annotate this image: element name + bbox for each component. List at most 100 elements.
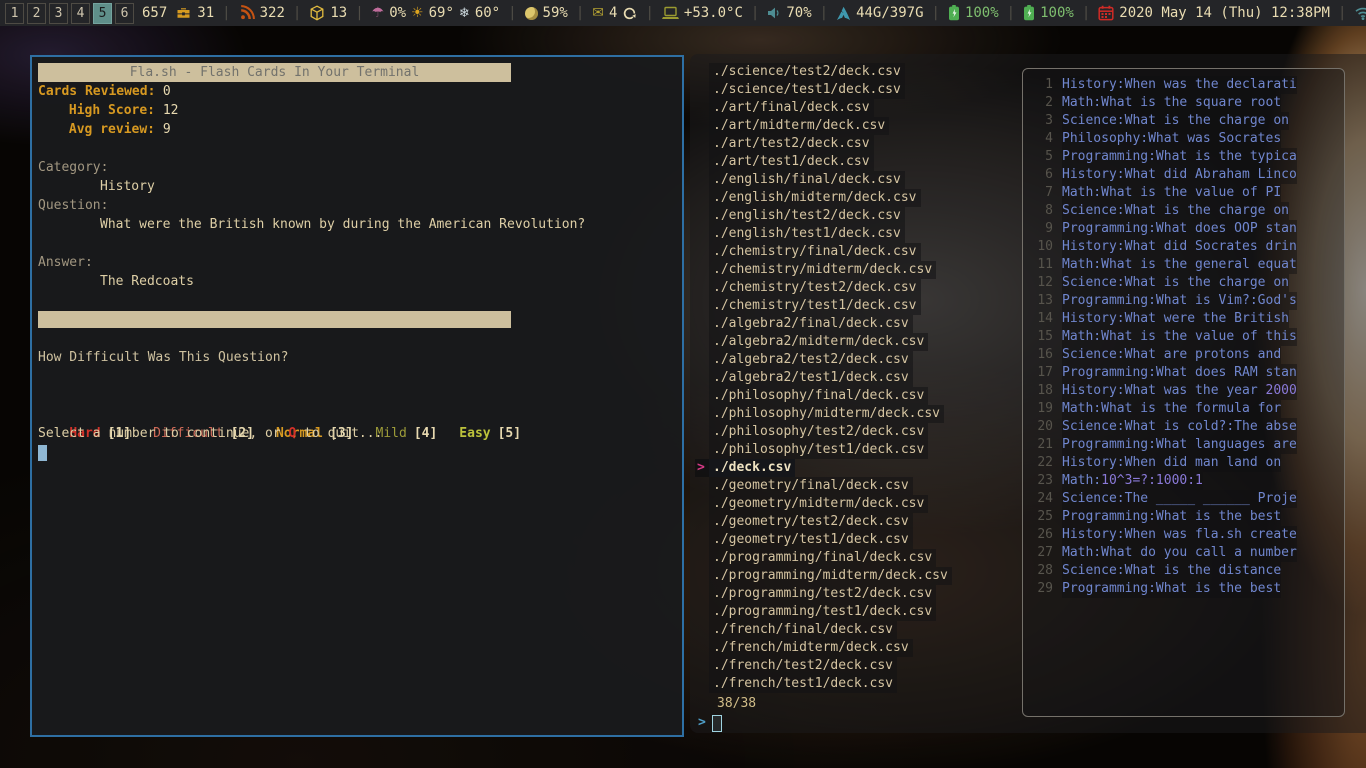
cpu-temp-segment: +53.0°C xyxy=(662,5,743,21)
file-list-item[interactable]: >./deck.csv xyxy=(695,459,952,477)
file-path: ./science/test2/deck.csv xyxy=(709,63,905,81)
file-list-item[interactable]: ./science/test1/deck.csv xyxy=(695,81,952,99)
file-list-item[interactable]: ./algebra2/midterm/deck.csv xyxy=(695,333,952,351)
flashcard-terminal-window[interactable]: Fla.sh - Flash Cards In Your Terminal Ca… xyxy=(30,55,684,737)
file-list-item[interactable]: ./programming/test2/deck.csv xyxy=(695,585,952,603)
file-list-item[interactable]: ./french/test2/deck.csv xyxy=(695,657,952,675)
file-list-item[interactable]: ./english/test2/deck.csv xyxy=(695,207,952,225)
file-list-item[interactable]: ./french/final/deck.csv xyxy=(695,621,952,639)
preview-line: 24Science:The _____ ______ Proje xyxy=(1029,490,1344,508)
file-list-item[interactable]: ./philosophy/test1/deck.csv xyxy=(695,441,952,459)
file-list-item[interactable]: ./chemistry/test2/deck.csv xyxy=(695,279,952,297)
file-list-item[interactable]: ./art/test2/deck.csv xyxy=(695,135,952,153)
search-cursor[interactable] xyxy=(712,715,722,732)
preview-line: 29Programming:What is the best xyxy=(1029,580,1344,598)
file-list-item[interactable]: ./programming/test1/deck.csv xyxy=(695,603,952,621)
file-list: ./science/test2/deck.csv ./science/test1… xyxy=(695,63,952,693)
file-path: ./programming/test1/deck.csv xyxy=(709,603,936,621)
file-list-item[interactable]: ./chemistry/final/deck.csv xyxy=(695,243,952,261)
line-number: 9 xyxy=(1029,220,1053,238)
preview-line: 20Science:What is cold?:The abse xyxy=(1029,418,1344,436)
line-number: 28 xyxy=(1029,562,1053,580)
file-list-item[interactable]: ./english/test1/deck.csv xyxy=(695,225,952,243)
line-number: 3 xyxy=(1029,112,1053,130)
package-icon xyxy=(309,5,325,21)
workspace-button[interactable]: 4 xyxy=(71,3,90,24)
file-list-item[interactable]: ./art/test1/deck.csv xyxy=(695,153,952,171)
text-cursor[interactable] xyxy=(38,445,47,461)
file-list-item[interactable]: ./french/midterm/deck.csv xyxy=(695,639,952,657)
line-number: 25 xyxy=(1029,508,1053,526)
refresh-icon[interactable] xyxy=(622,6,637,21)
preview-line: 21Programming:What languages are xyxy=(1029,436,1344,454)
preview-line: 15Math:What is the value of this xyxy=(1029,328,1344,346)
file-list-item[interactable]: ./geometry/midterm/deck.csv xyxy=(695,495,952,513)
file-path: ./chemistry/final/deck.csv xyxy=(709,243,921,261)
workspace-button[interactable]: 3 xyxy=(49,3,68,24)
file-list-item[interactable]: ./science/test2/deck.csv xyxy=(695,63,952,81)
stat-value xyxy=(155,122,163,137)
workspace-button[interactable]: 1 xyxy=(5,3,24,24)
workspace-button[interactable]: 2 xyxy=(27,3,46,24)
rss-segment: 322 xyxy=(239,5,285,21)
workspace-button[interactable]: 5 xyxy=(93,3,112,24)
task-count: 657 xyxy=(142,5,167,21)
preview-line: 13Programming:What is Vim?:God's xyxy=(1029,292,1344,310)
search-prompt-line[interactable]: > xyxy=(698,713,722,733)
speaker-icon[interactable] xyxy=(767,6,781,20)
file-list-item[interactable]: ./french/test1/deck.csv xyxy=(695,675,952,693)
preview-line: 19Math:What is the formula for xyxy=(1029,400,1344,418)
preview-line: 8Science:What is the charge on xyxy=(1029,202,1344,220)
line-number: 10 xyxy=(1029,238,1053,256)
line-number: 20 xyxy=(1029,418,1053,436)
difficulty-option[interactable]: Easy[5] xyxy=(459,426,521,441)
file-list-item[interactable]: ./chemistry/midterm/deck.csv xyxy=(695,261,952,279)
line-number: 1 xyxy=(1029,76,1053,94)
category-value: History xyxy=(38,177,676,196)
file-list-item[interactable]: ./art/final/deck.csv xyxy=(695,99,952,117)
file-list-item[interactable]: ./english/final/deck.csv xyxy=(695,171,952,189)
file-path: ./geometry/test2/deck.csv xyxy=(709,513,913,531)
preview-line: 7Math:What is the value of PI xyxy=(1029,184,1344,202)
stat-row: High Score: 12 xyxy=(38,101,676,120)
file-path: ./art/final/deck.csv xyxy=(709,99,874,117)
fzf-terminal-window[interactable]: ./science/test2/deck.csv ./science/test1… xyxy=(690,54,1366,733)
workspace-button[interactable]: 6 xyxy=(115,3,134,24)
preview-line: 10History:What did Socrates drin xyxy=(1029,238,1344,256)
preview-line: 4Philosophy:What was Socrates xyxy=(1029,130,1344,148)
file-list-item[interactable]: ./chemistry/test1/deck.csv xyxy=(695,297,952,315)
line-number: 12 xyxy=(1029,274,1053,292)
file-list-item[interactable]: ./programming/midterm/deck.csv xyxy=(695,567,952,585)
file-list-item[interactable]: ./philosophy/test2/deck.csv xyxy=(695,423,952,441)
preview-line: 11Math:What is the general equat xyxy=(1029,256,1344,274)
line-number: 29 xyxy=(1029,580,1053,598)
wifi-icon[interactable] xyxy=(1354,6,1366,20)
file-path: ./algebra2/test2/deck.csv xyxy=(709,351,913,369)
file-list-item[interactable]: ./philosophy/final/deck.csv xyxy=(695,387,952,405)
file-list-item[interactable]: ./geometry/final/deck.csv xyxy=(695,477,952,495)
file-list-item[interactable]: ./algebra2/test1/deck.csv xyxy=(695,369,952,387)
disk-segment: 44G/397G xyxy=(836,5,923,21)
preview-line: 17Programming:What does RAM stan xyxy=(1029,364,1344,382)
file-list-item[interactable]: ./geometry/test2/deck.csv xyxy=(695,513,952,531)
line-number: 23 xyxy=(1029,472,1053,490)
file-list-item[interactable]: ./english/midterm/deck.csv xyxy=(695,189,952,207)
stat-value xyxy=(155,84,163,99)
preview-line: 6History:What did Abraham Linco xyxy=(1029,166,1344,184)
file-list-item[interactable]: ./algebra2/final/deck.csv xyxy=(695,315,952,333)
difficulty-option[interactable]: Mild[4] xyxy=(376,426,438,441)
file-list-item[interactable]: ./art/midterm/deck.csv xyxy=(695,117,952,135)
moon-icon xyxy=(525,7,538,20)
file-list-item[interactable]: ./geometry/test1/deck.csv xyxy=(695,531,952,549)
line-number: 27 xyxy=(1029,544,1053,562)
file-list-item[interactable]: ./algebra2/test2/deck.csv xyxy=(695,351,952,369)
file-path: ./french/test1/deck.csv xyxy=(709,675,897,693)
file-list-item[interactable]: ./philosophy/midterm/deck.csv xyxy=(695,405,952,423)
progress-bar xyxy=(38,311,511,328)
app-title: Fla.sh - Flash Cards In Your Terminal xyxy=(38,63,511,82)
line-number: 13 xyxy=(1029,292,1053,310)
file-path: ./english/midterm/deck.csv xyxy=(709,189,921,207)
file-path: ./programming/final/deck.csv xyxy=(709,549,936,567)
file-path: ./chemistry/test2/deck.csv xyxy=(709,279,921,297)
file-list-item[interactable]: ./programming/final/deck.csv xyxy=(695,549,952,567)
